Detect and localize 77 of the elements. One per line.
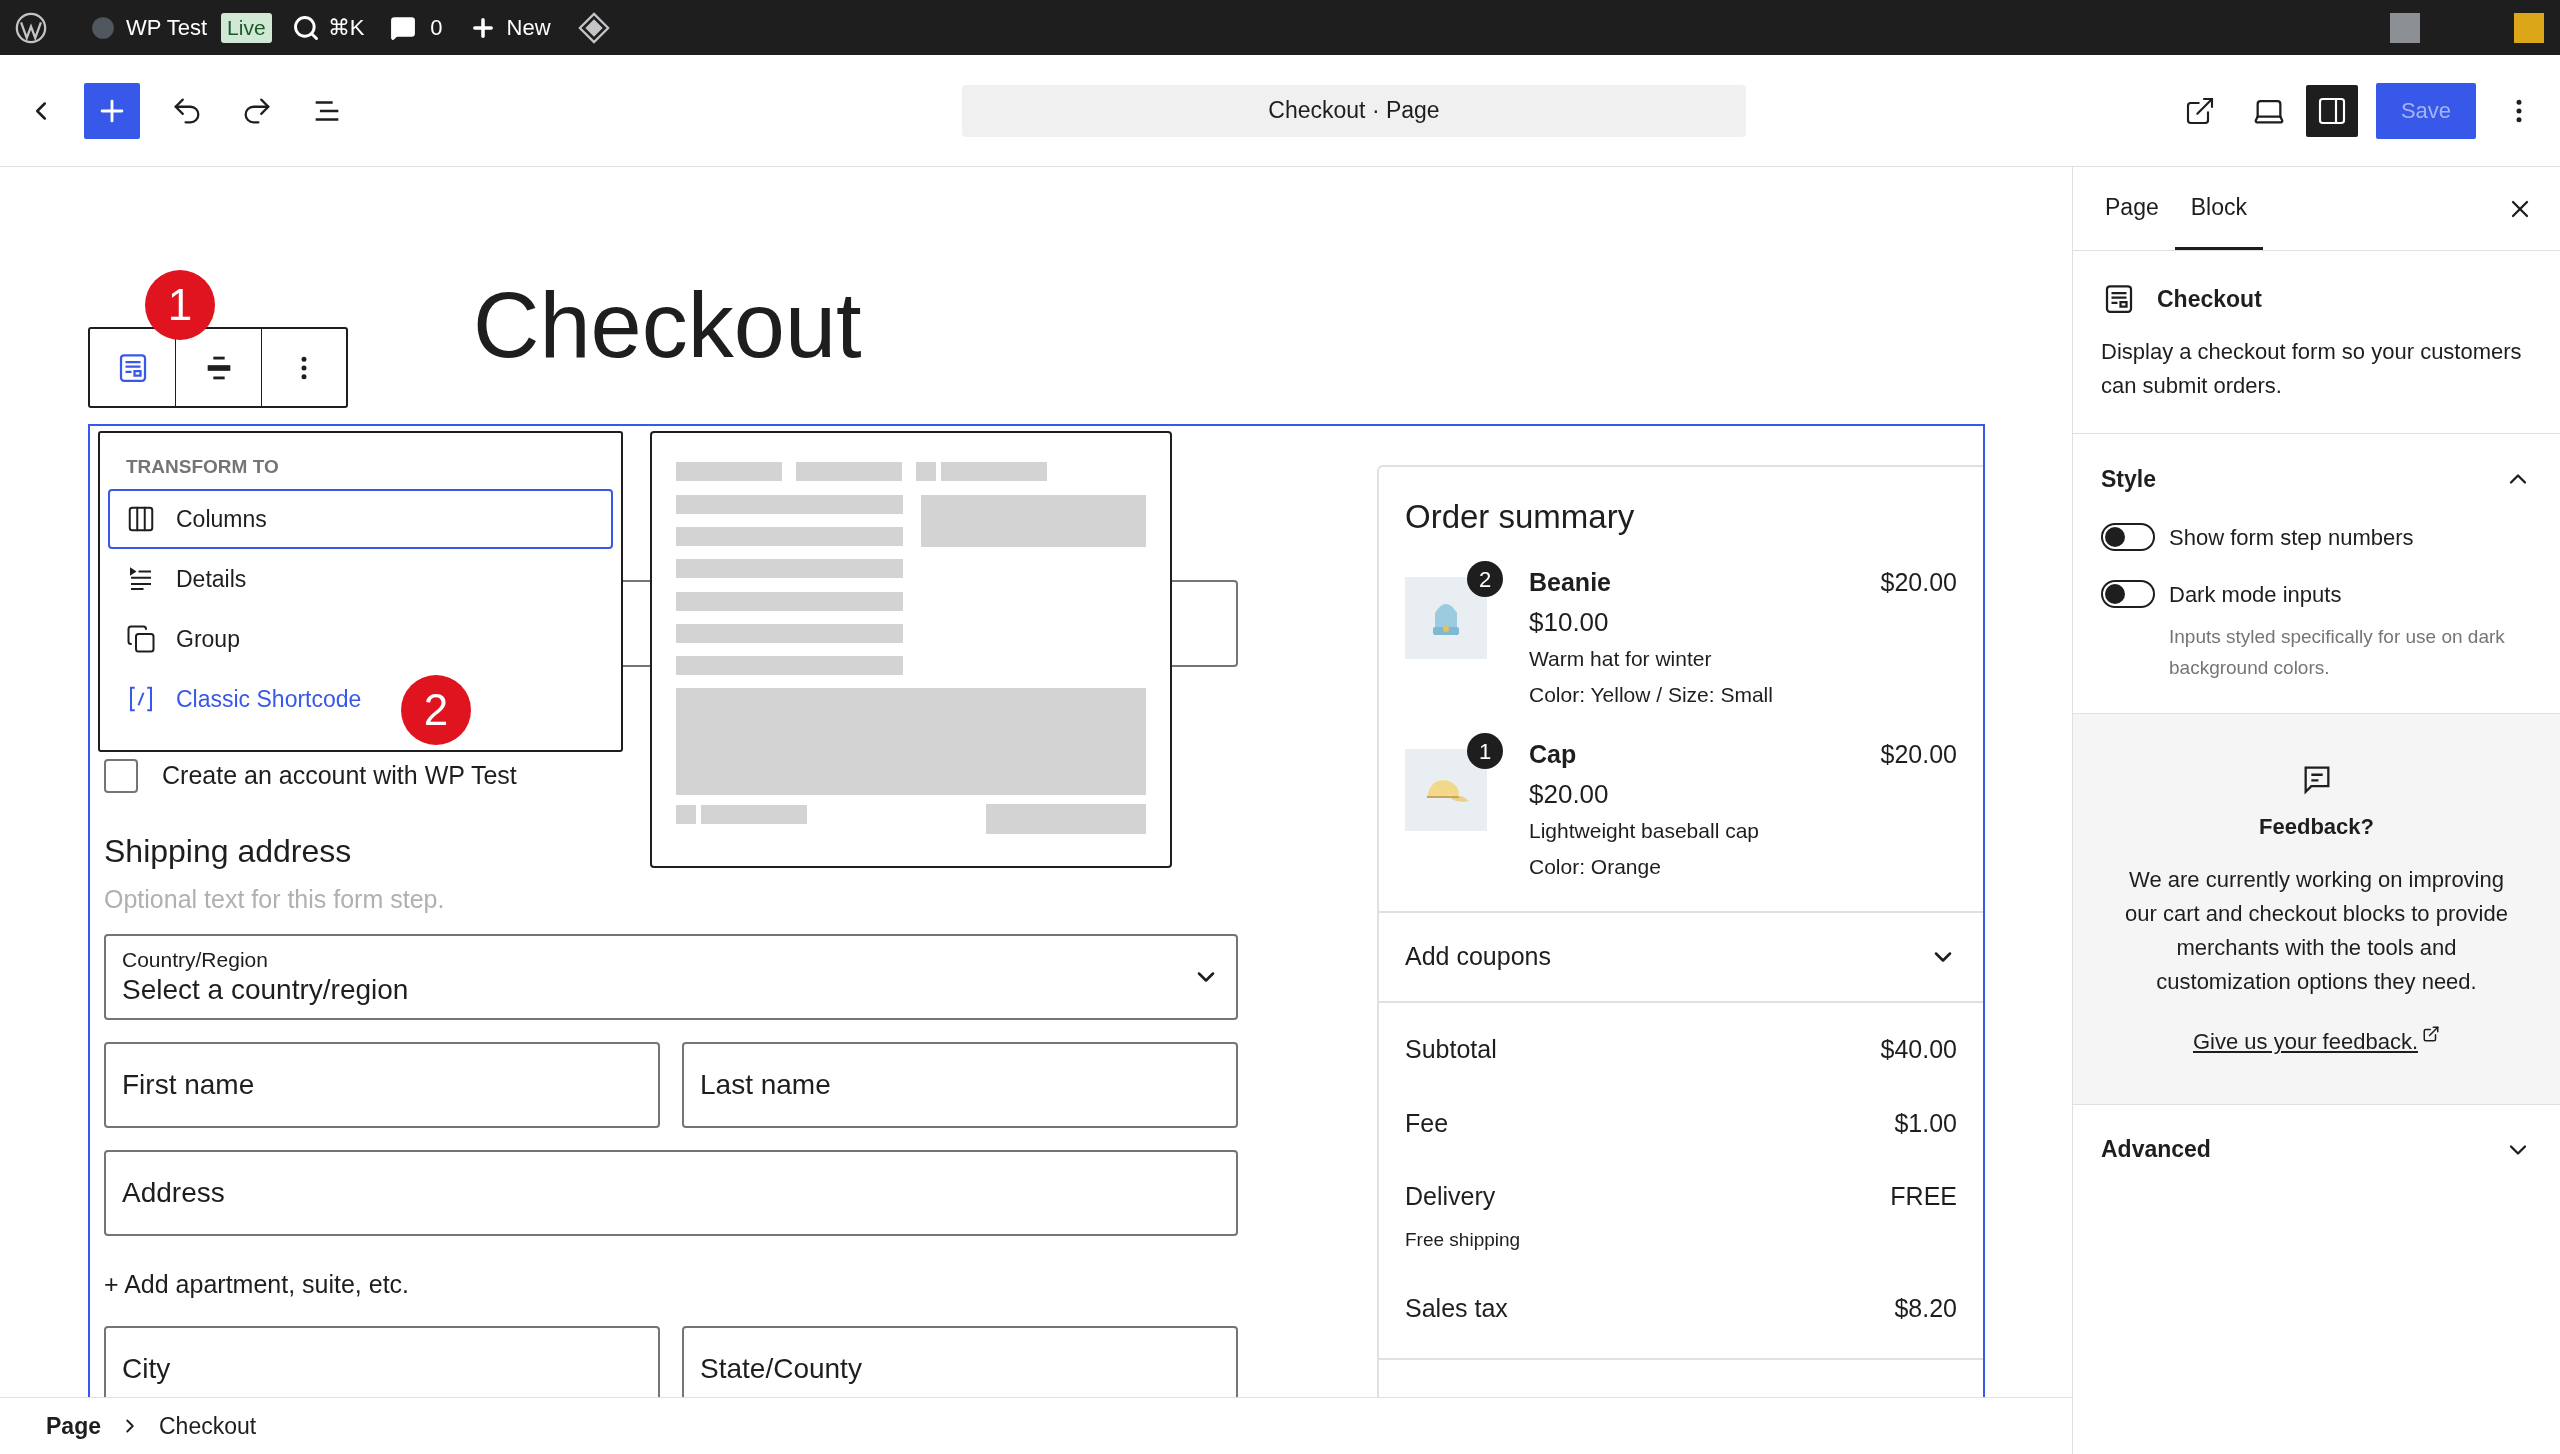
total-note: Free shipping [1405, 1227, 1521, 1252]
search-shortcut[interactable]: ⌘K [327, 11, 365, 44]
diamond-icon[interactable] [576, 10, 611, 45]
status-badge: Live [221, 12, 272, 43]
country-select[interactable]: Country/Region Select a country/region [104, 934, 1238, 1020]
input-field[interactable]: City [104, 1325, 660, 1397]
new-link[interactable]: New [506, 11, 551, 44]
input-field[interactable]: First name [104, 1042, 660, 1128]
checkbox-label: Create an account with WP Test [162, 760, 517, 791]
menu-heading: TRANSFORM TO [126, 455, 280, 479]
field-label: Country/Region [122, 947, 269, 973]
add-apartment-link[interactable]: + Add apartment, suite, etc. [104, 1266, 410, 1304]
feedback-text: We are currently working on improving our cart and checkout blocks to provide merchants with the tools and customization options they need. [2124, 865, 2509, 996]
toggle-switch[interactable] [2101, 580, 2155, 608]
toggle-label: Dark mode inputs [2169, 580, 2342, 609]
total-value: $8.20 [1894, 1293, 1957, 1324]
breadcrumb-item[interactable]: Page [46, 1408, 101, 1444]
add-block-button[interactable] [84, 82, 140, 139]
site-name[interactable]: WP Test [126, 11, 208, 44]
block-title: Checkout [2157, 284, 2262, 314]
annotation-badge: 1 [145, 270, 215, 340]
checkbox[interactable] [104, 758, 138, 793]
product-price: $20.00 [1529, 778, 1609, 811]
toggle-switch[interactable] [2101, 523, 2155, 551]
select-value: Select a country/region [122, 973, 410, 1007]
total-value: $1.00 [1894, 1107, 1957, 1139]
document-bar[interactable]: Checkout · Page [962, 84, 1746, 137]
total-value: FREE [1890, 1181, 1957, 1212]
breadcrumb-item[interactable]: Checkout [159, 1408, 257, 1444]
sidebar-toggle-button[interactable] [2306, 84, 2358, 137]
block-description: Display a checkout form so your customers can submit orders. [2101, 338, 2523, 400]
section-heading: Shipping address [104, 831, 353, 871]
input-field[interactable]: Address [104, 1150, 1238, 1236]
order-summary-title: Order summary [1404, 497, 1636, 537]
quantity-badge: 1 [1467, 733, 1503, 769]
product-variation: Color: Yellow / Size: Small [1529, 682, 1773, 708]
page-title: Checkout [473, 275, 862, 375]
feedback-title: Feedback? [2259, 812, 2374, 841]
coupons-label[interactable]: Add coupons [1405, 938, 1551, 976]
total-label: Delivery [1405, 1181, 1496, 1212]
group-icon [126, 624, 156, 654]
quantity-badge: 2 [1467, 561, 1503, 597]
feedback-link[interactable]: Give us your feedback. [2193, 1024, 2418, 1058]
menu-item[interactable]: Group [108, 609, 258, 669]
product-price: $10.00 [1529, 606, 1609, 639]
total-label: Fee [1405, 1107, 1449, 1139]
menu-item[interactable]: Columns [108, 489, 613, 549]
line-total: $20.00 [1880, 567, 1957, 598]
external-link-icon [2422, 1024, 2440, 1043]
total-label: Sales tax [1405, 1293, 1508, 1324]
menu-item[interactable]: Details [108, 549, 265, 609]
comment-icon[interactable] [390, 14, 417, 41]
product-description: Warm hat for winter [1529, 646, 1712, 672]
input-field[interactable]: Last name [682, 1042, 1238, 1128]
toggle-label: Show form step numbers [2169, 523, 2414, 552]
sidebar-tab[interactable]: Block [2174, 167, 2263, 250]
total-label: Subtotal [1405, 1034, 1497, 1065]
avatar-icon[interactable] [2514, 12, 2544, 43]
input-field[interactable]: State/County [682, 1325, 1238, 1397]
square-icon[interactable] [2390, 12, 2420, 43]
line-total: $20.00 [1880, 739, 1957, 770]
help-text: Inputs styled specifically for use on dark background colors. [2169, 624, 2506, 680]
columns-icon [126, 504, 156, 534]
product-description: Lightweight baseball cap [1529, 818, 1759, 844]
sidebar-tab[interactable]: Page [2089, 167, 2175, 250]
product-variation: Color: Orange [1529, 854, 1661, 880]
coupons-panel[interactable]: Add coupons [1379, 911, 1983, 1003]
total-value: $40.00 [1880, 1034, 1957, 1065]
panel-title[interactable]: Style [2101, 462, 2156, 497]
panel-title[interactable]: Advanced [2101, 1132, 2211, 1167]
menu-item[interactable]: Classic Shortcode [108, 669, 380, 729]
product-name: Cap [1529, 739, 1577, 770]
wordpress-logo-icon[interactable] [14, 10, 48, 45]
search-icon[interactable] [291, 13, 320, 42]
section-description: Optional text for this form step. [104, 883, 446, 915]
product-name: Beanie [1529, 567, 1611, 598]
comment-count[interactable]: 0 [430, 11, 443, 44]
